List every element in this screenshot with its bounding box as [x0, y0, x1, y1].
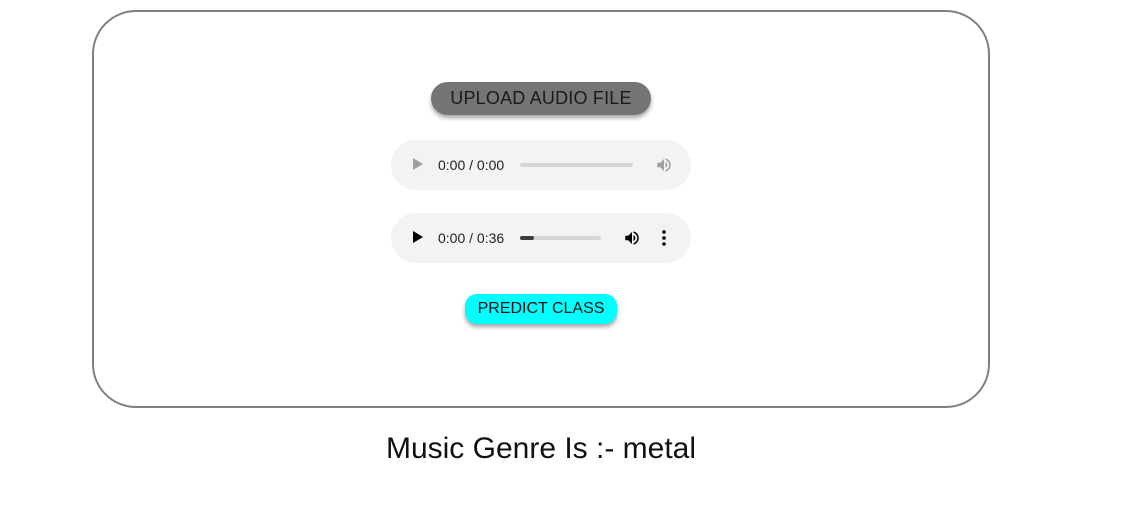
play-icon[interactable] [413, 158, 423, 170]
more-vertical-icon[interactable] [661, 229, 667, 247]
genre-result-text: Music Genre Is :- metal [385, 432, 697, 465]
upload-card [92, 10, 990, 408]
predict-class-button[interactable]: PREDICT CLASS [465, 294, 617, 324]
audio-seek-bar[interactable] [520, 163, 633, 167]
audio-player-empty: 0:00 / 0:00 [391, 140, 691, 190]
volume-icon[interactable] [623, 229, 641, 247]
audio-seek-progress [520, 236, 534, 240]
play-icon[interactable] [413, 231, 423, 243]
audio-time-readout: 0:00 / 0:00 [438, 157, 505, 173]
upload-audio-button[interactable]: UPLOAD AUDIO FILE [431, 82, 651, 115]
audio-time-readout: 0:00 / 0:36 [438, 230, 505, 246]
volume-icon[interactable] [655, 156, 673, 174]
audio-seek-bar[interactable] [520, 236, 601, 240]
audio-player-loaded: 0:00 / 0:36 [391, 213, 691, 263]
